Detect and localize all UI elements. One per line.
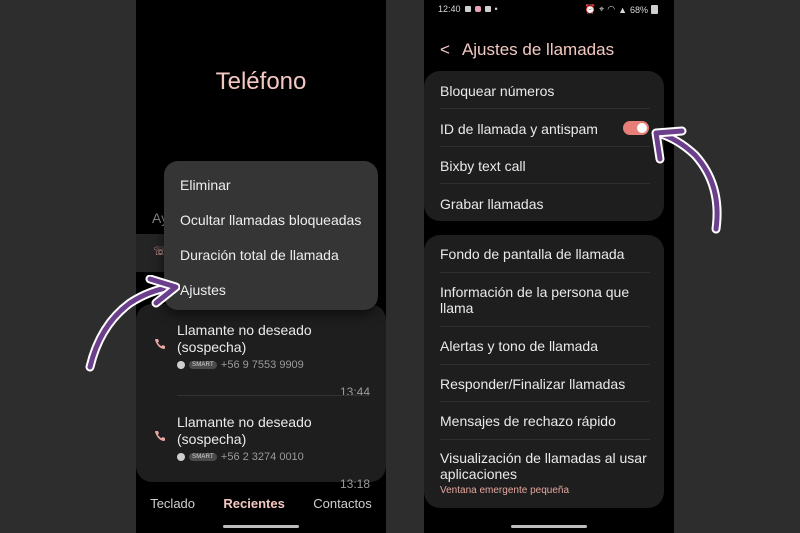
location-icon: ⌖ <box>599 4 605 14</box>
call-time: 13:18 <box>339 477 370 491</box>
back-arrow-icon[interactable]: < <box>440 40 450 60</box>
tab-contacts[interactable]: Contactos <box>313 496 372 511</box>
caller-name: Llamante no deseado (sospecha) <box>177 414 312 447</box>
setting-bixby-text-call[interactable]: Bixby text call <box>440 158 650 174</box>
caller-number: +56 2 3274 0010 <box>220 451 304 463</box>
settings-group: Bloquear números ID de llamada y antispa… <box>424 71 664 221</box>
tab-recents[interactable]: Recientes <box>223 496 284 511</box>
status-right: ⏰ ⌖ ◠ ▲ 68% <box>585 4 658 15</box>
signal-icon: ▲ <box>618 4 627 15</box>
status-bar: 12:40 • ⏰ ⌖ ◠ ▲ 68% <box>438 4 660 16</box>
setting-call-display[interactable]: Visualización de llamadas al usar aplica… <box>440 450 650 482</box>
header: < Ajustes de llamadas <box>440 40 660 60</box>
menu-item-hide-blocked[interactable]: Ocultar llamadas bloqueadas <box>180 212 361 228</box>
setting-caller-id[interactable]: ID de llamada y antispam <box>440 121 650 137</box>
divider <box>440 401 650 402</box>
caller-id-toggle[interactable] <box>623 121 649 135</box>
wifi-icon: ◠ <box>607 4 616 14</box>
tab-keypad[interactable]: Teclado <box>150 496 195 511</box>
battery-icon <box>651 5 658 14</box>
settings-group: Fondo de pantalla de llamada Información… <box>424 235 664 508</box>
annotation-arrow-right <box>651 126 722 234</box>
divider <box>440 326 650 327</box>
divider <box>440 272 650 273</box>
divider <box>440 364 650 365</box>
caller-name: Llamante no deseado (sospecha) <box>177 322 312 355</box>
setting-call-wallpaper[interactable]: Fondo de pantalla de llamada <box>440 246 650 262</box>
annotation-arrow-left <box>85 275 180 372</box>
setting-alerts-ringtone[interactable]: Alertas y tono de llamada <box>440 338 650 354</box>
notification-icon <box>464 6 471 12</box>
home-indicator <box>511 525 587 528</box>
call-item[interactable]: Llamante no deseado (sospecha) SMART +56… <box>136 404 386 492</box>
setting-block-numbers[interactable]: Bloquear números <box>440 83 650 99</box>
divider <box>440 183 650 184</box>
menu-item-delete[interactable]: Eliminar <box>180 177 231 193</box>
page-title: Ajustes de llamadas <box>461 40 615 59</box>
smart-call-badge: SMART <box>189 361 217 369</box>
setting-answer-end[interactable]: Responder/Finalizar llamadas <box>440 376 650 392</box>
setting-record-calls[interactable]: Grabar llamadas <box>440 196 650 212</box>
smart-call-badge: SMART <box>189 453 217 461</box>
context-menu: Eliminar Ocultar llamadas bloqueadas Dur… <box>164 161 378 310</box>
app-title: Teléfono <box>215 68 307 95</box>
phone-call-icon <box>155 431 165 441</box>
info-icon <box>177 453 185 461</box>
setting-quick-decline[interactable]: Mensajes de rechazo rápido <box>440 413 650 429</box>
caller-meta: SMART +56 2 3274 0010 <box>177 451 304 463</box>
divider <box>177 395 370 396</box>
alarm-icon: ⏰ <box>584 4 597 14</box>
status-left: 12:40 • <box>438 4 498 14</box>
divider <box>440 108 650 109</box>
status-time: 12:40 <box>438 4 461 14</box>
toggle-knob <box>637 123 647 133</box>
app-notification-icon <box>474 6 481 12</box>
divider <box>440 146 650 147</box>
more-notifications-icon: • <box>494 4 498 14</box>
notification-icon <box>484 6 491 12</box>
call-time: 13:44 <box>339 385 370 399</box>
menu-item-total-duration[interactable]: Duración total de llamada <box>180 247 339 263</box>
phone-right: 12:40 • ⏰ ⌖ ◠ ▲ 68% < Ajustes de llamada… <box>424 0 674 533</box>
setting-caller-info[interactable]: Información de la persona que llama <box>440 284 650 316</box>
setting-call-display-value: Ventana emergente pequeña <box>440 485 569 496</box>
menu-item-settings[interactable]: Ajustes <box>180 282 226 298</box>
caller-number: +56 9 7553 9909 <box>220 359 304 371</box>
screenshot-stage: Teléfono Ay ☏ Llamante no deseado (sospe… <box>0 0 800 533</box>
battery-percent: 68% <box>629 4 648 15</box>
home-indicator <box>223 525 299 528</box>
divider <box>440 439 650 440</box>
bottom-nav: Teclado Recientes Contactos <box>136 496 386 511</box>
caller-meta: SMART +56 9 7553 9909 <box>177 359 304 371</box>
